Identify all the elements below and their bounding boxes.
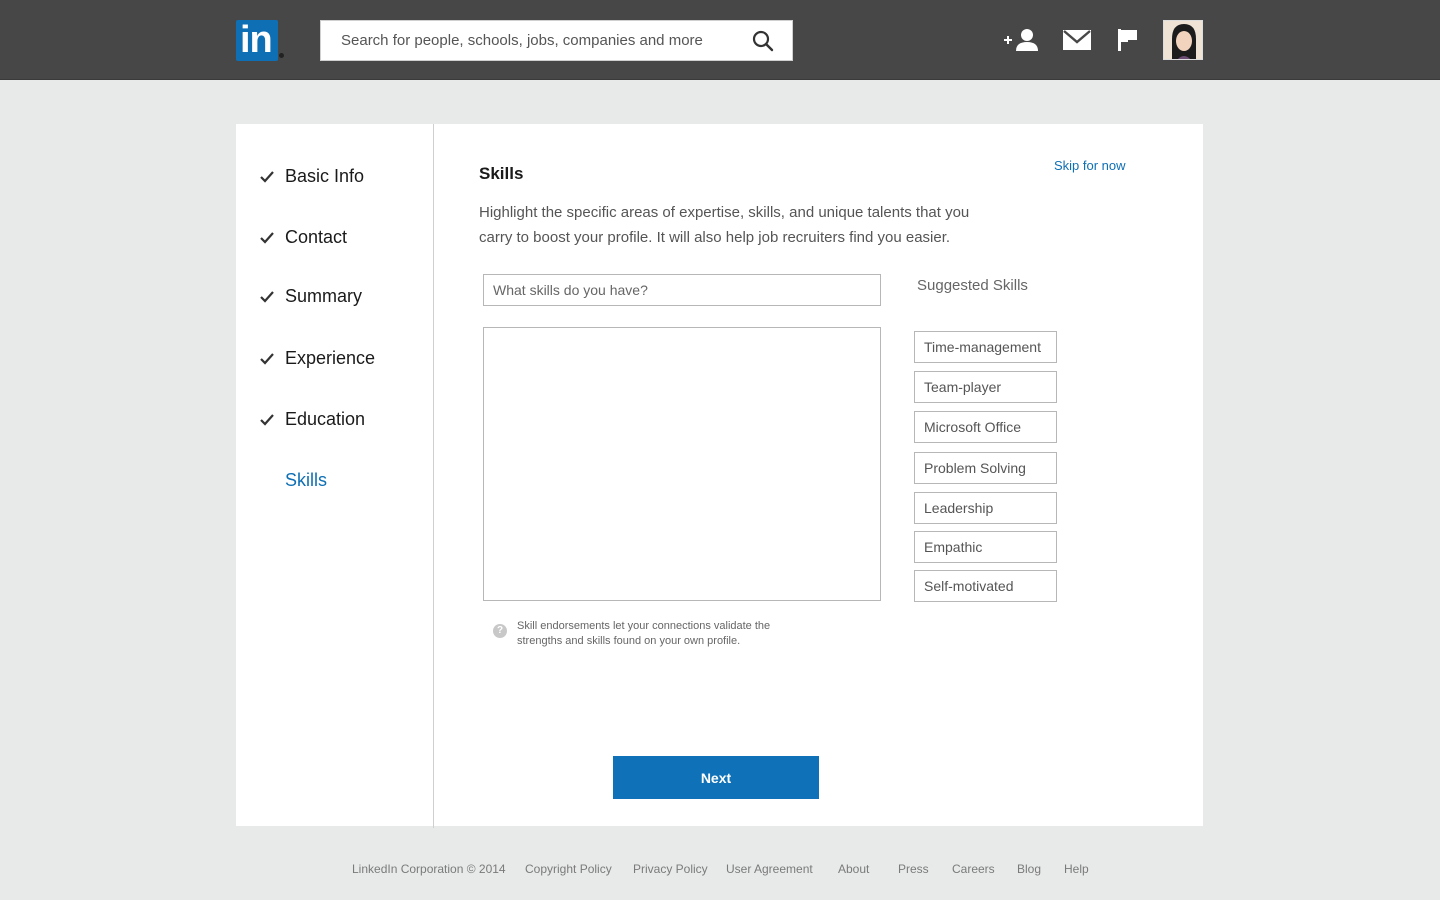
logo-text: in <box>240 19 273 61</box>
step-education[interactable]: Education <box>236 407 434 437</box>
step-label: Basic Info <box>285 166 365 186</box>
step-summary[interactable]: Summary <box>236 284 434 314</box>
logo-trademark-dot <box>279 53 284 58</box>
flag-icon[interactable] <box>1117 28 1139 52</box>
step-basic-info[interactable]: Basic Info <box>236 164 434 194</box>
step-label: Skills <box>285 470 328 490</box>
footer-link-press[interactable]: Press <box>898 862 929 876</box>
checkmark-icon <box>260 291 274 303</box>
checkmark-icon <box>260 353 274 365</box>
search-icon[interactable] <box>749 28 777 54</box>
step-label: Summary <box>285 286 363 306</box>
footer-link-about[interactable]: About <box>838 862 869 876</box>
step-experience[interactable]: Experience <box>236 346 434 376</box>
footer-link-privacy-policy[interactable]: Privacy Policy <box>633 862 708 876</box>
footer-link-careers[interactable]: Careers <box>952 862 995 876</box>
skip-for-now-link[interactable]: Skip for now <box>1054 158 1126 173</box>
skills-section: Skills Skip for now Highlight the specif… <box>435 124 1203 826</box>
suggested-skill-chip[interactable]: Problem Solving <box>914 452 1057 484</box>
skills-input[interactable] <box>483 274 881 306</box>
suggested-skill-chip[interactable]: Leadership <box>914 492 1057 524</box>
profile-setup-card: Basic Info Contact Summary Experience Ed… <box>236 124 1203 828</box>
suggested-skill-chip[interactable]: Empathic <box>914 531 1057 563</box>
step-skills[interactable]: Skills <box>236 468 434 498</box>
step-label: Education <box>285 409 366 429</box>
section-title: Skills <box>479 164 524 183</box>
checkmark-icon <box>260 171 274 183</box>
suggested-skill-chip[interactable]: Microsoft Office <box>914 411 1057 443</box>
next-button[interactable]: Next <box>613 756 819 799</box>
suggested-skill-chip[interactable]: Time-management <box>914 331 1057 363</box>
step-contact[interactable]: Contact <box>236 225 434 255</box>
footer-link-user-agreement[interactable]: User Agreement <box>726 862 813 876</box>
step-label: Experience <box>285 348 376 368</box>
mail-icon[interactable] <box>1063 30 1091 50</box>
step-label: Contact <box>285 227 348 247</box>
endorsement-hint: Skill endorsements let your connections … <box>517 620 771 647</box>
suggested-skills-title: Suggested Skills <box>917 277 1028 294</box>
linkedin-logo[interactable]: in <box>236 20 278 61</box>
checkmark-icon <box>260 414 274 426</box>
checkmark-icon <box>260 232 274 244</box>
footer-link-copyright-policy[interactable]: Copyright Policy <box>525 862 612 876</box>
help-icon: ? <box>493 624 507 638</box>
search-bar <box>320 20 793 61</box>
added-skills-box[interactable] <box>483 327 881 601</box>
search-input[interactable] <box>321 21 741 60</box>
suggested-skill-chip[interactable]: Team-player <box>914 371 1057 403</box>
setup-steps-sidebar: Basic Info Contact Summary Experience Ed… <box>236 124 434 828</box>
suggested-skill-chip[interactable]: Self-motivated <box>914 570 1057 602</box>
footer: LinkedIn Corporation © 2014 Copyright Po… <box>0 862 1440 880</box>
footer-link-help[interactable]: Help <box>1064 862 1089 876</box>
footer-link-blog[interactable]: Blog <box>1017 862 1041 876</box>
add-connection-icon[interactable] <box>1002 28 1042 52</box>
top-navigation-bar: in <box>0 0 1440 80</box>
footer-copyright: LinkedIn Corporation © 2014 <box>352 862 506 876</box>
section-description: Highlight the specific areas of expertis… <box>479 204 970 246</box>
avatar[interactable] <box>1163 20 1203 60</box>
